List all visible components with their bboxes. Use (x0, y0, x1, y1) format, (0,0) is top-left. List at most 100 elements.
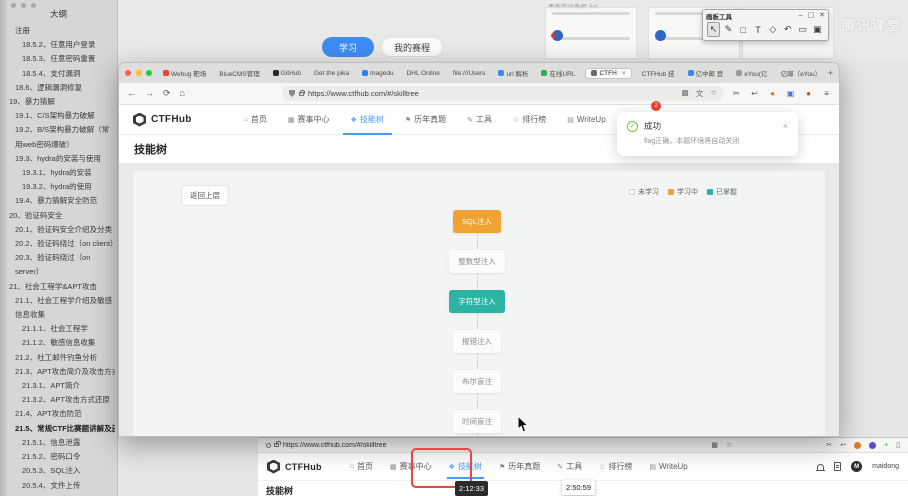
outline-item[interactable]: 21.1.1、社会工程学 (0, 322, 115, 336)
browser-tab[interactable]: CTFHub 技 (639, 66, 678, 80)
outline-item[interactable]: 20.1、验证码安全介绍及分类 (0, 223, 115, 237)
proxy-ext-icon[interactable]: ● (768, 89, 777, 98)
outline-item[interactable]: 18.6、逻辑漏洞修复 (0, 81, 115, 95)
skill-node[interactable]: SQL注入 (452, 210, 501, 233)
tab-close-icon[interactable]: × (622, 70, 626, 77)
outline-item[interactable]: 20、验证码安全 (0, 209, 115, 223)
preview-nav-item-rank[interactable]: ☆ 排行榜 (599, 461, 632, 472)
nav-item-events[interactable]: ▦ 赛事中心 (288, 114, 330, 125)
minimize-icon[interactable]: – (799, 11, 803, 20)
back-icon[interactable]: ← (127, 88, 136, 99)
cursor-tool-icon[interactable]: ↖ (707, 22, 720, 37)
outline-item[interactable]: 21.5.2、密码口令 (0, 450, 115, 464)
nav-item-writeup[interactable]: ▤ WriteUp (567, 115, 605, 124)
shield-icon[interactable] (288, 90, 295, 97)
outline-item[interactable]: 21.3、APT攻击简介及攻击方式还 (0, 365, 115, 379)
browser-tab[interactable]: eYou(亿 (733, 66, 770, 80)
undo-tool-icon[interactable]: ↶ (781, 22, 794, 37)
translate-page-icon[interactable]: 文 (696, 88, 704, 99)
outline-item[interactable]: 21.5.1、信息泄露 (0, 436, 115, 450)
back-up-button[interactable]: 返回上层 (181, 185, 229, 206)
preview-nav-item-tools[interactable]: ✎ 工具 (557, 461, 582, 472)
nav-item-rank[interactable]: ☆ 排行榜 (513, 114, 546, 125)
browser-tab[interactable]: 在线URL (538, 66, 578, 80)
outline-item[interactable]: 19.3.1、hydra的安装 (0, 166, 115, 180)
skill-node[interactable]: 时间盲注 (453, 410, 501, 433)
outline-item[interactable]: 注册 (0, 24, 115, 38)
outline-item[interactable]: 18.5.3、任意密码重置 (0, 52, 115, 66)
outline-item[interactable]: 19.4、暴力猜解安全防范 (0, 194, 115, 208)
home-icon[interactable]: ⌂ (180, 88, 185, 99)
browser-tab[interactable]: Get the pika (311, 68, 352, 79)
browser-tab[interactable]: file:///Users (450, 68, 489, 79)
browser-tab[interactable]: CTFH × (585, 67, 632, 79)
outline-item[interactable]: 21.5、常规CTF比赛题讲解及还原 (0, 422, 115, 436)
outline-item[interactable]: 19.1、C/S架构暴力破解 (0, 109, 115, 123)
eraser-tool-icon[interactable]: ◇ (766, 22, 779, 37)
ctfhub-logo-icon[interactable] (133, 112, 146, 127)
reload-icon[interactable]: ⟳ (163, 88, 171, 99)
nav-item-papers[interactable]: ⚑ 历年真题 (405, 114, 446, 125)
skill-node[interactable]: 整数型注入 (449, 250, 505, 273)
success-toast: ✓ 成功 × flag正确，本题环境将自动关闭 (617, 112, 798, 156)
preview-nav-item-papers[interactable]: ⚑ 历年真题 (499, 461, 540, 472)
browser-tab[interactable]: url 解析 (495, 66, 531, 80)
browser-tab[interactable]: GitHub (270, 68, 304, 79)
maximize-icon[interactable]: ▢ (808, 11, 815, 20)
nav-item-home[interactable]: ⌂ 首页 (244, 114, 267, 125)
browser-tab[interactable]: DHL Online (404, 68, 443, 79)
qr-grid-icon[interactable]: ▩ (682, 88, 689, 99)
outline-item[interactable]: 19.3、hydra的安装与使用 (0, 152, 115, 166)
url-input[interactable]: https://www.ctfhub.com/#/skilltree ▩ 文 ☆ (281, 86, 724, 101)
outline-item[interactable]: 21.1、社会工程学介绍及敏感信息收集 (0, 294, 115, 322)
outline-item[interactable]: 20.3、验证码绕过（on server） (0, 251, 115, 279)
skill-node[interactable]: 报错注入 (453, 330, 501, 353)
learn-button[interactable]: 学习 (322, 37, 374, 57)
outline-item[interactable]: 19.3.2、hydra的使用 (0, 180, 115, 194)
menu-icon[interactable]: ≡ (822, 89, 831, 98)
new-tab-button[interactable]: + (828, 68, 833, 78)
outline-item[interactable]: 21.2、社工邮件钓鱼分析 (0, 351, 115, 365)
close-icon[interactable]: ✕ (819, 11, 825, 20)
browser-tab[interactable]: BlueCMS管理 (216, 66, 262, 80)
outline-item[interactable]: 18.5.2、任意用户登录 (0, 38, 115, 52)
pencil-tool-icon[interactable]: ✎ (722, 22, 735, 37)
my-schedule-button[interactable]: 我的赛程 (381, 37, 443, 57)
screenshot-icon[interactable]: ✂ (732, 89, 741, 98)
browser-tab[interactable]: Webug 靶场 (160, 66, 209, 80)
traffic-lights[interactable] (125, 70, 152, 76)
preview-nav-item-writeup[interactable]: ▤ WriteUp (649, 462, 687, 471)
window-controls[interactable] (11, 3, 36, 8)
outline-item[interactable]: 20.5.3、SQL注入 (0, 464, 115, 478)
browser-tab[interactable]: magedu (359, 68, 397, 79)
outline-item[interactable]: 20.5.4、文件上传 (0, 479, 115, 493)
forward-icon[interactable]: → (145, 88, 154, 99)
translate-ext-icon[interactable]: ▣ (786, 89, 795, 98)
bookmark-star-icon[interactable]: ☆ (710, 88, 717, 99)
nav-item-skilltree[interactable]: ❖ 技能树 (342, 114, 393, 135)
nav-item-tools[interactable]: ✎ 工具 (467, 114, 492, 125)
toast-close-icon[interactable]: × (783, 121, 788, 131)
outline-item[interactable]: 19、暴力猜解 (0, 95, 115, 109)
undo-icon[interactable]: ↩ (750, 89, 759, 98)
screen-tool-icon[interactable]: ▭ (796, 22, 809, 37)
rectangle-tool-icon[interactable]: □ (737, 22, 750, 37)
browser-tab[interactable]: 亿邮（eYou） (778, 66, 825, 80)
outline-item[interactable]: 21.3.1、APT简介 (0, 379, 115, 393)
outline-item[interactable]: 18.5.4、支付漏洞 (0, 67, 115, 81)
browser-tab[interactable]: 亿中邮 登 (685, 66, 727, 80)
outline-item[interactable]: 21.3.2、APT攻击方式还原 (0, 393, 115, 407)
outline-item[interactable]: 19.2、B/S架构暴力破解（常用web密码爆破） (0, 123, 115, 151)
skill-node[interactable]: 布尔盲注 (453, 370, 501, 393)
ext-icon[interactable]: ● (804, 89, 813, 98)
outline-item[interactable]: 21、社会工程学&APT攻击 (0, 280, 115, 294)
outline-item[interactable]: 20.2、验证码绕过（on client） (0, 237, 117, 251)
url-text[interactable]: https://www.ctfhub.com/#/skilltree (308, 89, 675, 98)
outline-item[interactable]: 21.1.2、敏感信息收集 (0, 336, 115, 350)
save-tool-icon[interactable]: ▣ (811, 22, 824, 37)
brand-name[interactable]: CTFHub (151, 114, 192, 125)
text-tool-icon[interactable]: T (752, 22, 765, 37)
skill-node[interactable]: 字符型注入 (449, 290, 505, 313)
outline-item[interactable]: 21.4、APT攻击防范 (0, 407, 115, 421)
preview-nav-item-home[interactable]: ⌂ 首页 (350, 461, 373, 472)
